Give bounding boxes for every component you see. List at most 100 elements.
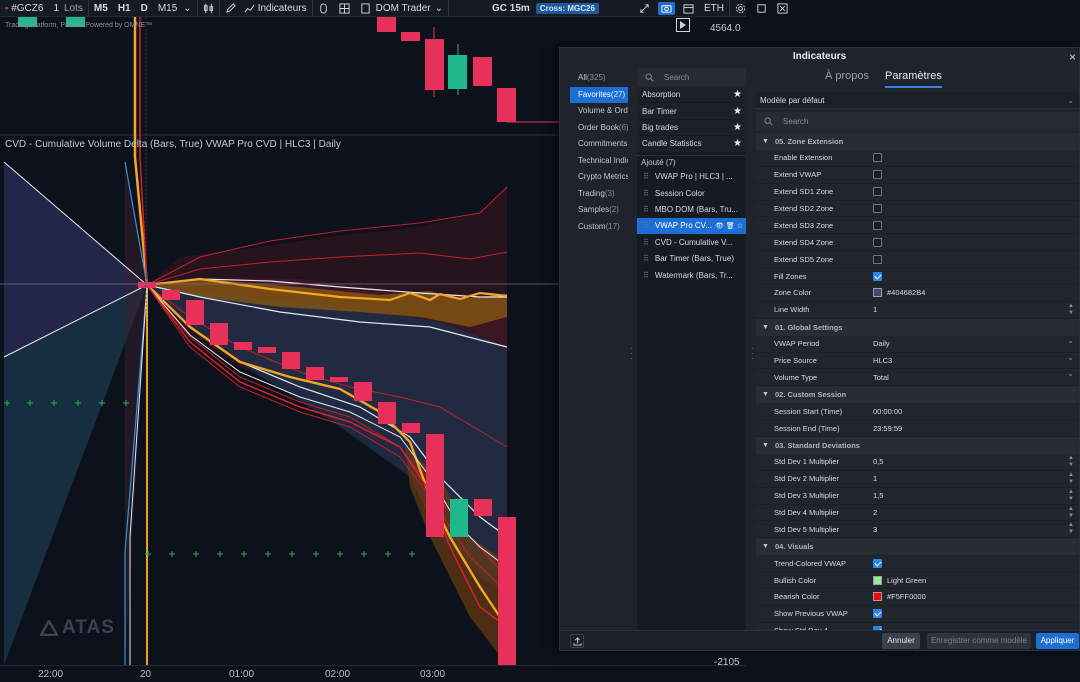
category-item[interactable]: Commitments of: [570, 136, 628, 153]
setting-checkbox[interactable]: [873, 254, 882, 264]
category-item[interactable]: Custom(17): [570, 219, 628, 236]
setting-value[interactable]: 1: [873, 305, 877, 314]
setting-value[interactable]: 23:59:59: [873, 424, 902, 433]
chevron-down-icon[interactable]: ⌄: [1067, 336, 1074, 345]
lots-qty[interactable]: 1: [53, 3, 59, 14]
setting-checkbox[interactable]: [873, 153, 882, 163]
setting-value[interactable]: [873, 254, 882, 264]
drag-handle-icon[interactable]: ⠿: [643, 271, 649, 280]
chevron-down-icon[interactable]: ⌄: [1067, 353, 1074, 362]
tf-d-button[interactable]: D: [136, 0, 153, 17]
export-button[interactable]: [570, 634, 584, 648]
setting-value[interactable]: [873, 187, 882, 197]
play-button[interactable]: [676, 18, 690, 32]
settings-search[interactable]: Search: [756, 112, 1079, 131]
setting-value[interactable]: 0,5: [873, 457, 883, 466]
favorite-item[interactable]: Bar Timer ★: [637, 103, 746, 120]
indicators-button[interactable]: Indicateurs: [220, 0, 313, 17]
stepper-icon[interactable]: ▲ ▼: [1068, 303, 1074, 317]
setting-value[interactable]: Total: [873, 373, 889, 382]
item-tools-icons[interactable]: 👁 🗑 ☆: [715, 222, 743, 230]
tf-h1-button[interactable]: H1: [113, 0, 136, 17]
added-indicator-item[interactable]: ⠿ VWAP Pro | HLC3 | ...: [637, 169, 746, 185]
setting-value[interactable]: HLC3: [873, 356, 892, 365]
favorite-item[interactable]: Candle Statistics ★: [637, 136, 746, 153]
dom-trader-dropdown[interactable]: DOM Trader ⌄: [355, 0, 450, 17]
color-swatch[interactable]: [873, 592, 882, 602]
category-item[interactable]: Crypto Metrics: [570, 169, 628, 186]
chart-type-button[interactable]: [198, 0, 220, 17]
save-template-button[interactable]: Enregistrer comme modèle: [927, 633, 1031, 649]
time-axis[interactable]: 22:00 20 01:00 02:00 03:00: [0, 665, 746, 682]
close-icon[interactable]: ×: [1069, 50, 1076, 64]
setting-value[interactable]: 00:00:00: [873, 407, 902, 416]
category-item[interactable]: All(325): [570, 70, 628, 87]
setting-checkbox[interactable]: [873, 271, 882, 281]
expand-button[interactable]: [634, 0, 655, 17]
category-item[interactable]: Order Book(6): [570, 120, 628, 137]
apply-button[interactable]: Appliquer: [1036, 633, 1079, 649]
chevron-down-icon[interactable]: ⌄: [1067, 369, 1074, 378]
favorite-item[interactable]: Absorption ★: [637, 87, 746, 104]
indicator-search[interactable]: Search: [637, 68, 746, 87]
settings-group-header[interactable]: ▼ 03. Standard Deviations: [756, 437, 1079, 454]
settings-group-header[interactable]: ▼ 01. Global Settings: [756, 318, 1079, 336]
settings-group-header[interactable]: ▼ 05. Zone Extension: [756, 133, 1079, 150]
screenshot-button[interactable]: [657, 1, 675, 15]
setting-value[interactable]: 3: [873, 525, 877, 534]
settings-group-header[interactable]: ▼ 04. Visuals: [756, 538, 1079, 556]
drag-handle-icon[interactable]: ⠿: [643, 205, 649, 214]
added-indicator-item[interactable]: ⠿ Watermark (Bars, Tr...: [637, 267, 746, 283]
setting-value[interactable]: [873, 237, 882, 247]
setting-value[interactable]: Light Green: [873, 575, 926, 585]
favorite-item[interactable]: Big trades ★: [637, 119, 746, 137]
drag-handle-icon[interactable]: ⠿: [643, 189, 649, 198]
color-swatch[interactable]: [873, 575, 882, 585]
close-chart-button[interactable]: [772, 0, 793, 17]
drag-handle-icon[interactable]: ⠿: [643, 172, 649, 181]
category-item[interactable]: Samples(2): [570, 202, 628, 219]
settings-group-header[interactable]: ▼ 02. Custom Session: [756, 386, 1079, 404]
preset-dropdown[interactable]: Modèle par défaut ⌄: [756, 92, 1079, 109]
category-item[interactable]: Volume & Order: [570, 103, 628, 120]
setting-value[interactable]: #404682B4: [873, 288, 925, 298]
cross-badge[interactable]: Cross: MGC26: [535, 2, 599, 14]
setting-value[interactable]: [873, 271, 882, 281]
stepper-icon[interactable]: ▲ ▼: [1068, 472, 1074, 486]
setting-value[interactable]: 1,5: [873, 491, 883, 500]
category-item[interactable]: Favorites(27): [570, 86, 628, 103]
added-indicator-item[interactable]: ⠿ CVD - Cumulative V...: [637, 234, 746, 250]
resize-handle[interactable]: · · ·: [630, 344, 633, 363]
added-indicator-item[interactable]: ⠿ VWAP Pro CV... 👁 🗑 ☆: [637, 217, 746, 235]
setting-checkbox[interactable]: [873, 609, 882, 619]
star-icon[interactable]: ★: [733, 122, 742, 133]
tf-m5-button[interactable]: M5: [89, 0, 113, 17]
star-icon[interactable]: ★: [733, 89, 742, 100]
setting-value[interactable]: [873, 153, 882, 163]
tab-about[interactable]: À propos: [825, 70, 869, 88]
setting-value[interactable]: #F5FF0000: [873, 592, 926, 602]
setting-value[interactable]: [873, 220, 882, 230]
stepper-icon[interactable]: ▲ ▼: [1068, 522, 1074, 536]
star-icon[interactable]: ★: [733, 138, 742, 149]
setting-checkbox[interactable]: [873, 170, 882, 180]
tab-parameters[interactable]: Paramètres: [885, 70, 942, 88]
fullscreen-button[interactable]: [751, 0, 772, 17]
drag-handle-icon[interactable]: ⠿: [643, 254, 649, 263]
cvd-pane-label[interactable]: CVD - Cumulative Volume Delta (Bars, Tru…: [5, 139, 341, 150]
drag-handle-icon[interactable]: ⠿: [643, 221, 649, 230]
setting-value[interactable]: 1: [873, 474, 877, 483]
setting-checkbox[interactable]: [873, 220, 882, 230]
setting-value[interactable]: 2: [873, 508, 877, 517]
eth-button[interactable]: ETH: [699, 0, 730, 17]
grid-button[interactable]: [334, 0, 355, 17]
setting-value[interactable]: [873, 609, 882, 619]
setting-checkbox[interactable]: [873, 187, 882, 197]
star-icon[interactable]: ★: [733, 106, 742, 117]
settings-button[interactable]: [730, 0, 751, 17]
category-item[interactable]: Trading(3): [570, 186, 628, 203]
calendar-button[interactable]: [678, 0, 699, 17]
stepper-icon[interactable]: ▲ ▼: [1068, 455, 1074, 469]
setting-value[interactable]: [873, 204, 882, 213]
stepper-icon[interactable]: ▲ ▼: [1068, 506, 1074, 520]
